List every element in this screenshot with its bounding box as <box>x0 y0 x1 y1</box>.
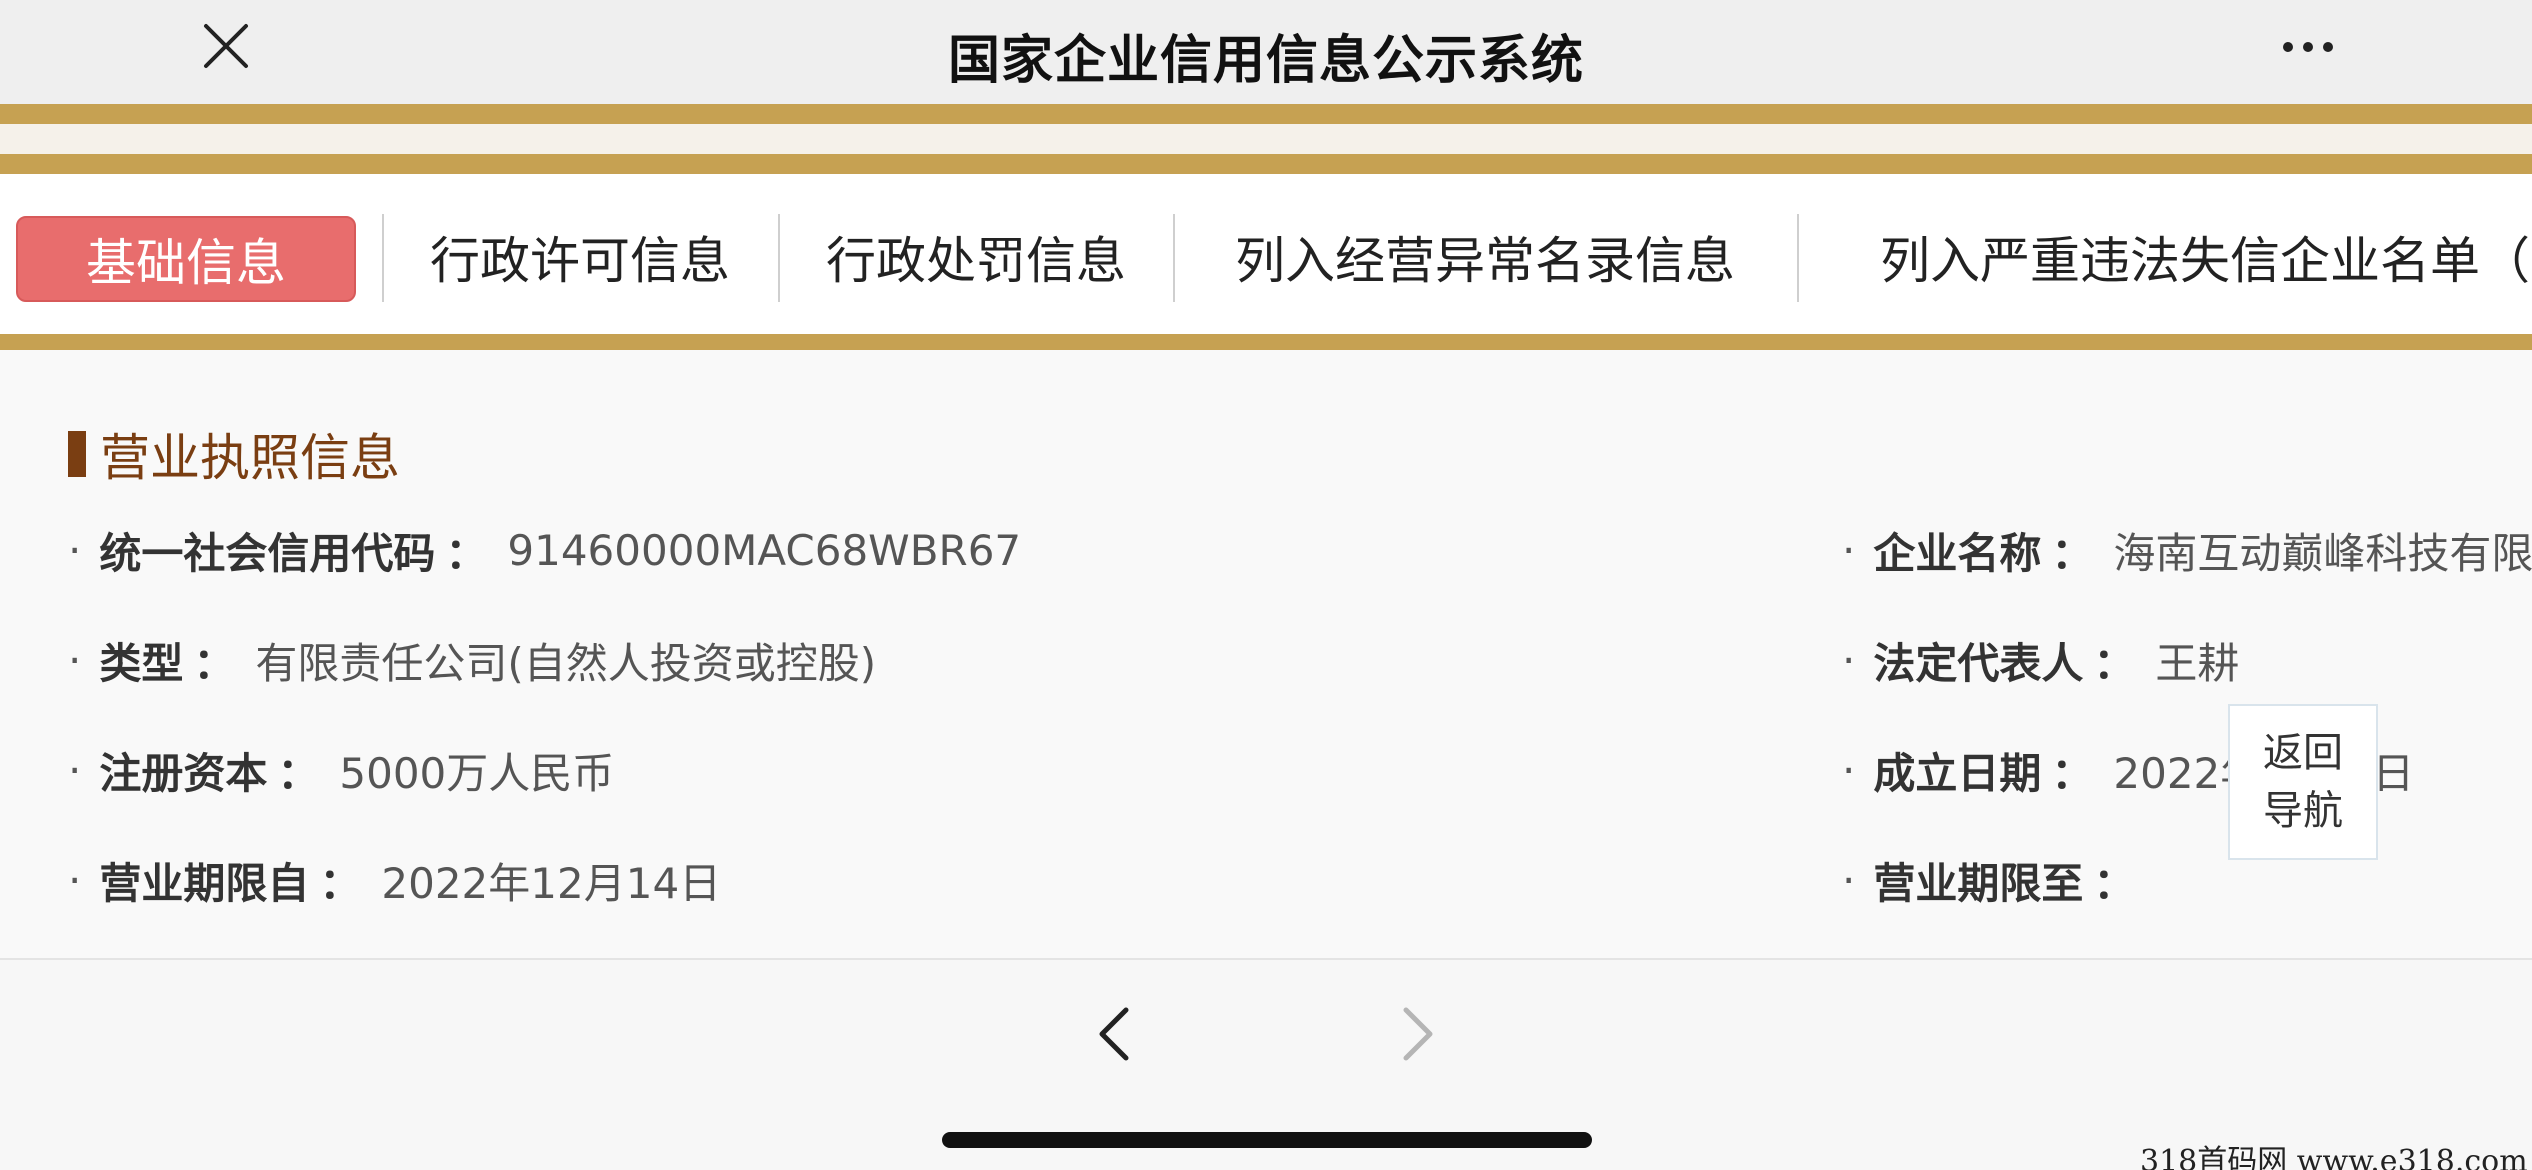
band-gap <box>0 124 2532 154</box>
section-title: 营业执照信息 <box>68 424 400 487</box>
home-indicator <box>942 1132 1592 1148</box>
field-label: 注册资本 <box>99 748 268 798</box>
field-company-name: · 企业名称 ： 海南互动巅峰科技有限公 <box>1842 520 2532 580</box>
chevron-right-icon <box>1403 1007 1433 1061</box>
return-nav-button[interactable]: 返回 导航 <box>2228 704 2378 860</box>
gold-divider <box>0 334 2532 350</box>
forward-button[interactable] <box>1378 994 1458 1074</box>
field-value: 有限责任公司(自然人投资或控股) <box>255 638 877 688</box>
field-label: 成立日期 <box>1873 748 2042 798</box>
tab-bar: 基础信息 行政许可信息 行政处罚信息 列入经营异常名录信息 列入严重违法失信企业… <box>0 174 2532 334</box>
bullet: · <box>68 635 82 685</box>
bullet: · <box>1842 745 1856 795</box>
gold-divider <box>0 104 2532 124</box>
section-title-text: 营业执照信息 <box>100 429 400 487</box>
field-term-from: · 营业期限自 ： 2022年12月14日 <box>68 850 721 910</box>
chevron-left-icon <box>1099 1007 1129 1061</box>
bullet: · <box>1842 855 1856 905</box>
field-legal-rep: · 法定代表人 ： 王耕 <box>1842 630 2239 690</box>
field-label: 营业期限至 <box>1873 858 2084 908</box>
field-label: 营业期限自 <box>99 858 310 908</box>
colon: ： <box>445 528 488 578</box>
return-nav-line2: 导航 <box>2263 788 2343 834</box>
colon: ： <box>2093 638 2136 688</box>
field-label: 统一社会信用代码 <box>99 528 436 578</box>
field-type: · 类型 ： 有限责任公司(自然人投资或控股) <box>68 630 876 690</box>
watermark: 318首码网 www.e318.com <box>2140 1144 2528 1170</box>
field-value: 5000万人民币 <box>339 748 615 798</box>
field-label: 企业名称 <box>1873 528 2042 578</box>
field-term-to: · 营业期限至 ： <box>1842 850 2155 910</box>
field-label: 类型 <box>99 638 184 688</box>
field-capital: · 注册资本 ： 5000万人民币 <box>68 740 614 800</box>
page: 国家企业信用信息公示系统 基础信息 行政许可信息 行政处罚信息 列入经营异常名录… <box>0 0 2532 1170</box>
more-button[interactable] <box>2268 22 2348 72</box>
field-credit-code: · 统一社会信用代码 ： 91460000MAC68WBR67 <box>68 520 1021 580</box>
page-title: 国家企业信用信息公示系统 <box>947 31 1584 91</box>
bullet: · <box>68 855 82 905</box>
tab-basic-info[interactable]: 基础信息 <box>16 216 356 302</box>
return-nav-line1: 返回 <box>2263 730 2343 776</box>
tab-admin-penalty[interactable]: 行政处罚信息 <box>806 216 1146 298</box>
tab-separator <box>778 214 780 302</box>
bullet: · <box>68 525 82 575</box>
field-value: 日 <box>2372 748 2415 798</box>
more-horizontal-icon <box>2323 42 2333 52</box>
back-button[interactable] <box>1074 994 1154 1074</box>
more-horizontal-icon <box>2283 42 2293 52</box>
tab-separator <box>1797 214 1799 302</box>
tab-abnormal-list[interactable]: 列入经营异常名录信息 <box>1200 216 1770 298</box>
colon: ： <box>277 748 320 798</box>
section-marker <box>68 431 86 477</box>
bottom-nav: 318首码网 www.e318.com <box>0 960 2532 1170</box>
field-value: 海南互动巅峰科技有限公 <box>2113 528 2532 578</box>
colon: ： <box>193 638 236 688</box>
tab-separator <box>1173 214 1175 302</box>
tab-separator <box>382 214 384 302</box>
colon: ： <box>2051 528 2094 578</box>
colon: ： <box>2051 748 2094 798</box>
field-label: 法定代表人 <box>1873 638 2084 688</box>
tab-blacklist[interactable]: 列入严重违法失信企业名单（黑 <box>1880 216 2532 298</box>
gold-divider <box>0 154 2532 174</box>
colon: ： <box>319 858 362 908</box>
field-value: 王耕 <box>2155 638 2240 688</box>
field-value: 2022年12月14日 <box>381 858 722 908</box>
content-area: 营业执照信息 · 统一社会信用代码 ： 91460000MAC68WBR67 ·… <box>0 350 2532 960</box>
field-value: 91460000MAC68WBR67 <box>507 525 1022 575</box>
bullet: · <box>1842 525 1856 575</box>
top-bar: 国家企业信用信息公示系统 <box>0 0 2532 104</box>
colon: ： <box>2093 858 2136 908</box>
bullet: · <box>68 745 82 795</box>
bullet: · <box>1842 635 1856 685</box>
tab-admin-license[interactable]: 行政许可信息 <box>410 216 750 298</box>
more-horizontal-icon <box>2303 42 2313 52</box>
